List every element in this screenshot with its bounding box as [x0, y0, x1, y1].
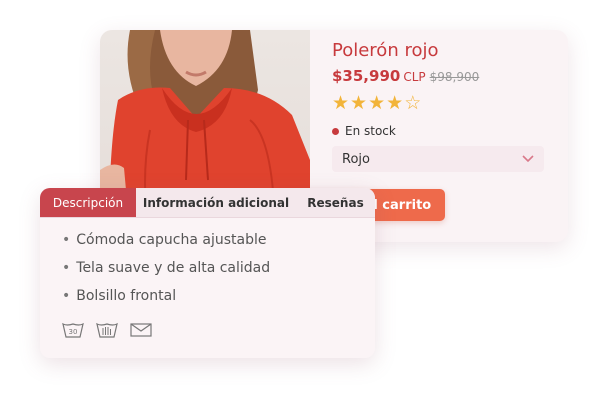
- currency: CLP: [403, 70, 426, 84]
- price-row: $35,990 CLP $98,900: [332, 66, 479, 85]
- stock-label: En stock: [345, 124, 396, 138]
- rating-stars: ★★★★☆: [332, 92, 422, 114]
- color-select-value: Rojo: [342, 151, 370, 167]
- list-item: • Bolsillo frontal: [62, 288, 177, 304]
- stock-dot-icon: [332, 127, 339, 135]
- feature-list: • Cómoda capucha ajustable • Tela suave y …: [40, 218, 375, 314]
- star-full-icon: ★: [368, 92, 387, 114]
- color-select[interactable]: Rojo: [332, 146, 544, 172]
- tab-resenas[interactable]: Reseñas: [296, 188, 375, 217]
- hand-wash-icon: [96, 322, 118, 342]
- star-full-icon: ★: [350, 92, 369, 114]
- svg-text:30: 30: [69, 328, 78, 336]
- care-icons: 30: [62, 322, 152, 342]
- list-item: • Cómoda capucha ajustable: [62, 232, 267, 248]
- stock-status: En stock: [332, 124, 396, 138]
- old-price: $98,900: [429, 70, 480, 84]
- list-item: • Tela suave y de alta calidad: [62, 260, 271, 276]
- tabs-bar: Descripción Información adicional Reseña…: [40, 188, 375, 218]
- tab-informacion-adicional[interactable]: Información adicional: [136, 188, 296, 217]
- chevron-down-icon: [522, 153, 534, 166]
- envelope-icon: [130, 322, 152, 342]
- star-full-icon: ★: [386, 92, 405, 114]
- star-full-icon: ★: [332, 92, 351, 114]
- price: $35,990: [332, 67, 401, 85]
- tab-descripcion[interactable]: Descripción: [40, 188, 136, 217]
- product-title: Polerón rojo: [332, 40, 439, 61]
- details-card: Descripción Información adicional Reseña…: [40, 188, 375, 358]
- wash-30-icon: 30: [62, 322, 84, 342]
- star-empty-icon: ☆: [404, 92, 423, 114]
